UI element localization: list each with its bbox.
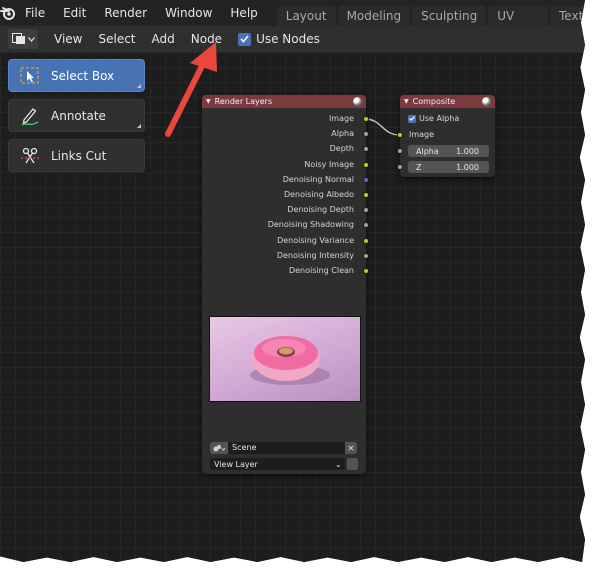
annotation-arrow-icon	[165, 42, 217, 137]
blender-window: File Edit Render Window Help Layout Mode…	[0, 0, 585, 562]
